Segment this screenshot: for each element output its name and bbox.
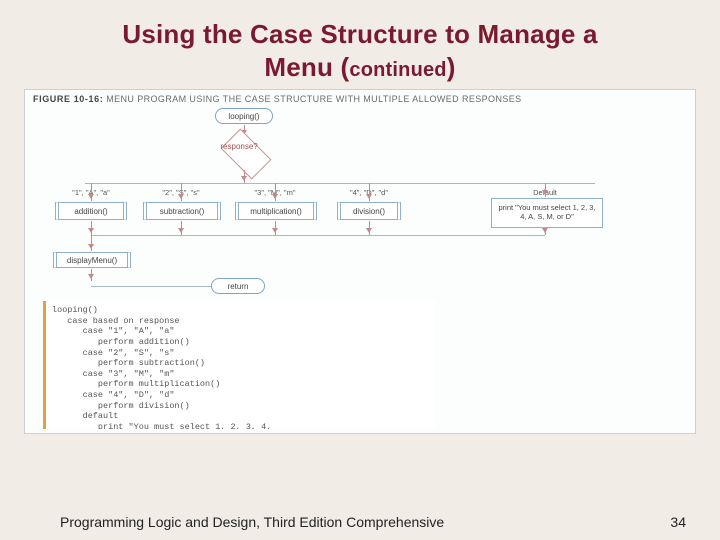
arrow-to-return — [91, 269, 92, 281]
arrow-return-h — [91, 286, 211, 287]
start-label: looping() — [228, 112, 259, 121]
arrow-case2 — [181, 183, 182, 201]
arrow-case4 — [369, 183, 370, 201]
slide-container: Using the Case Structure to Manage a Men… — [0, 0, 720, 540]
flowchart: looping() response? "1", "A", "a" additi… — [25, 108, 695, 298]
process-division: division() — [337, 202, 401, 220]
footer: Programming Logic and Design, Third Edit… — [0, 514, 720, 530]
process-default-print: print "You must select 1, 2, 3, 4, A, S,… — [491, 198, 603, 228]
figure-caption-text: MENU PROGRAM USING THE CASE STRUCTURE WI… — [106, 94, 521, 104]
arrow-merge5 — [545, 229, 546, 235]
footer-text: Programming Logic and Design, Third Edit… — [60, 514, 444, 530]
arrow-merge1 — [91, 221, 92, 235]
pseudocode-block: looping() case based on response case "1… — [43, 301, 435, 429]
default-print-text: print "You must select 1, 2, 3, 4, A, S,… — [496, 204, 598, 221]
merge-bus — [91, 235, 545, 236]
process-multiplication-label: multiplication() — [250, 207, 302, 216]
title-line1: Using the Case Structure to Manage a — [122, 19, 597, 49]
process-subtraction: subtraction() — [143, 202, 221, 220]
process-displaymenu: displayMenu() — [53, 252, 131, 268]
process-addition: addition() — [55, 202, 127, 220]
arrow-to-display — [91, 235, 92, 251]
arrow-case3 — [275, 183, 276, 201]
footer-page: 34 — [670, 514, 686, 530]
case-bus — [85, 183, 595, 184]
arrow-case1 — [91, 183, 92, 201]
process-division-label: division() — [353, 207, 385, 216]
return-label: return — [228, 282, 249, 291]
arrow-merge2 — [181, 221, 182, 235]
decision-label: response? — [220, 142, 257, 151]
figure-panel: FIGURE 10-16: MENU PROGRAM USING THE CAS… — [24, 89, 696, 434]
terminator-return: return — [211, 278, 265, 294]
arrow-merge4 — [369, 221, 370, 235]
figure-caption: FIGURE 10-16: MENU PROGRAM USING THE CAS… — [25, 90, 695, 104]
title-continued: continued — [349, 59, 446, 81]
process-subtraction-label: subtraction() — [160, 207, 204, 216]
arrow-default — [545, 183, 546, 197]
displaymenu-label: displayMenu() — [67, 256, 117, 265]
figure-label: FIGURE 10-16: — [33, 94, 103, 104]
decision-response: response? — [221, 129, 272, 180]
slide-title: Using the Case Structure to Manage a Men… — [24, 18, 696, 83]
process-addition-label: addition() — [74, 207, 107, 216]
title-line2-post: ) — [447, 52, 456, 82]
terminator-start: looping() — [215, 108, 273, 124]
arrow-merge3 — [275, 221, 276, 235]
arrow-decision-down — [244, 170, 245, 183]
title-line2-pre: Menu ( — [264, 52, 349, 82]
process-multiplication: multiplication() — [235, 202, 317, 220]
